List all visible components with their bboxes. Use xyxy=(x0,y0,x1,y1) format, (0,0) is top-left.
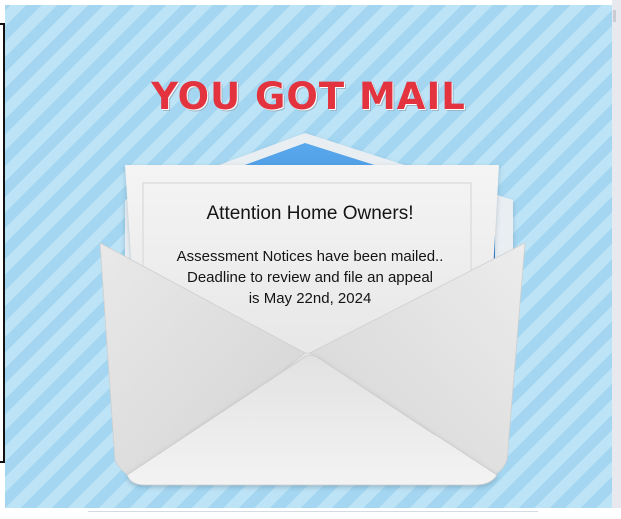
letter-line: Assessment Notices have been mailed.. xyxy=(176,248,444,265)
mail-notice-poster: YOU GOT MAIL Attention Home Owners! Asse… xyxy=(5,5,612,508)
bottom-divider xyxy=(88,511,538,512)
bottom-margin xyxy=(0,508,621,519)
letter-body: Assessment Notices have been mailed.. De… xyxy=(145,246,475,309)
letter-title: Attention Home Owners! xyxy=(206,203,414,224)
scroll-gutter-mark xyxy=(613,10,616,22)
letter-line: Deadline to review and file an appeal xyxy=(187,269,433,286)
page: YOU GOT MAIL Attention Home Owners! Asse… xyxy=(0,0,621,519)
letter-line: is May 22nd, 2024 xyxy=(248,290,372,307)
scroll-gutter xyxy=(612,0,621,519)
